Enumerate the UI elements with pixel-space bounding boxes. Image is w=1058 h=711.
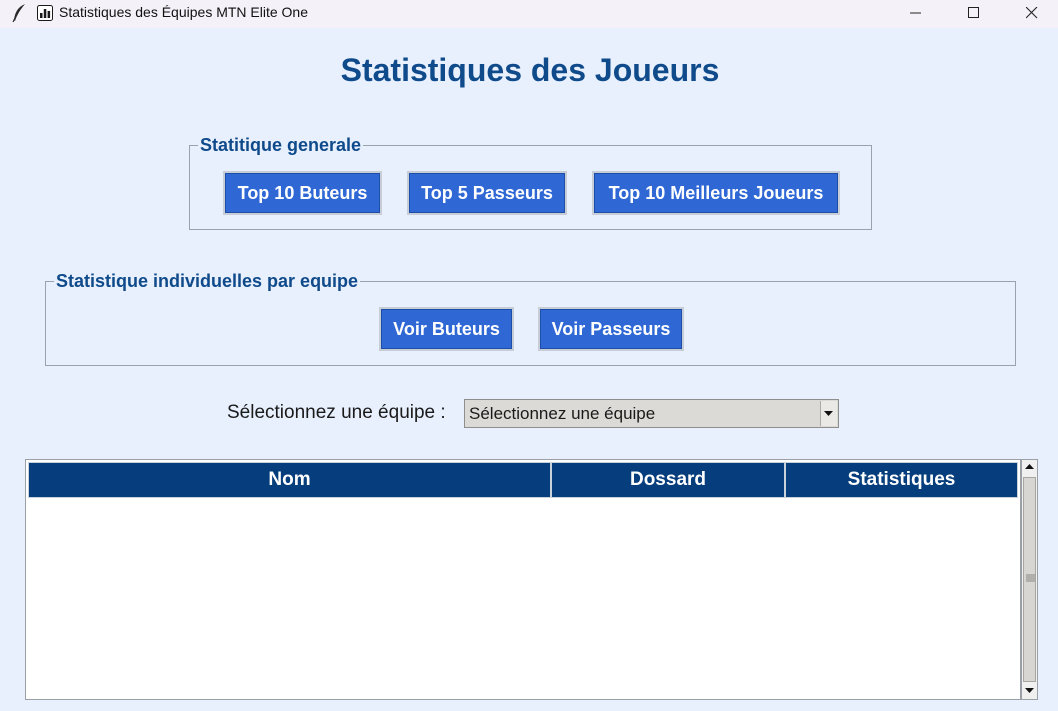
minimize-button[interactable]: [887, 0, 945, 28]
chevron-down-icon: [824, 411, 833, 416]
page-title: Statistiques des Joueurs: [340, 52, 720, 88]
view-assisters-button[interactable]: Voir Passeurs: [538, 307, 684, 351]
maximize-icon: [968, 7, 979, 18]
maximize-button[interactable]: [945, 0, 1003, 28]
team-stats-legend: Statistique individuelles par equipe: [54, 271, 361, 291]
bar-chart-icon: [37, 5, 53, 21]
top-10-best-players-button[interactable]: Top 10 Meilleurs Joueurs: [592, 171, 840, 215]
general-stats-group: Statitique generale Top 10 Buteurs Top 5…: [189, 135, 872, 230]
feather-icon: [10, 3, 28, 23]
team-select-label: Sélectionnez une équipe :: [227, 402, 446, 423]
window-title: Statistiques des Équipes MTN Elite One: [59, 4, 309, 20]
top-5-assisters-button[interactable]: Top 5 Passeurs: [407, 171, 567, 215]
column-header-dossard[interactable]: Dossard: [551, 462, 785, 498]
title-bar: Statistiques des Équipes MTN Elite One: [0, 0, 1058, 28]
general-stats-legend: Statitique generale: [198, 135, 364, 155]
scroll-down-button[interactable]: [1022, 684, 1037, 699]
scroll-up-button[interactable]: [1022, 460, 1037, 475]
dropdown-arrow[interactable]: [820, 401, 837, 426]
view-scorers-button[interactable]: Voir Buteurs: [379, 307, 514, 351]
minimize-icon: [910, 12, 921, 14]
column-header-statistiques[interactable]: Statistiques: [785, 462, 1018, 498]
team-select-value: Sélectionnez une équipe: [469, 404, 656, 423]
column-header-nom[interactable]: Nom: [28, 462, 551, 498]
scrollbar-thumb[interactable]: [1023, 477, 1036, 682]
top-10-scorers-button[interactable]: Top 10 Buteurs: [223, 171, 382, 215]
close-button[interactable]: [1003, 0, 1058, 28]
arrow-up-icon: [1025, 464, 1034, 469]
team-select[interactable]: Sélectionnez une équipe: [464, 399, 839, 428]
players-table[interactable]: Nom Dossard Statistiques: [25, 459, 1021, 700]
close-icon: [1026, 7, 1038, 19]
arrow-down-icon: [1025, 688, 1034, 693]
grip-icon: [1026, 574, 1035, 582]
table-scrollbar[interactable]: [1021, 459, 1038, 700]
team-stats-group: Statistique individuelles par equipe Voi…: [45, 271, 1016, 366]
